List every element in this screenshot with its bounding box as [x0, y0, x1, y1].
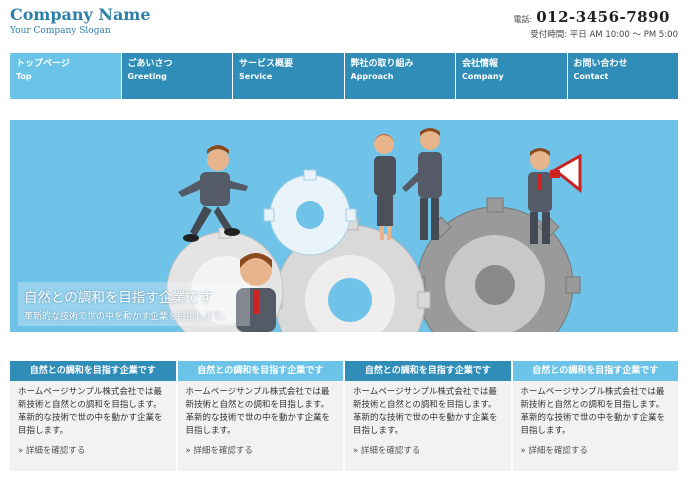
gear-large-hub — [475, 265, 515, 305]
feature-title: 自然との調和を目指す企業です — [512, 361, 678, 381]
feature-title: 自然との調和を目指す企業です — [177, 361, 343, 381]
feature-detail-link[interactable]: » 詳細を確認する — [513, 438, 679, 456]
figure-man-handshake — [402, 128, 442, 240]
nav-label-jp: 弊社の取り組み — [350, 59, 414, 69]
feature-detail-link[interactable]: » 詳細を確認する — [345, 438, 511, 456]
feature-detail-link[interactable]: » 詳細を確認する — [10, 438, 176, 456]
nav-label-en: Approach — [350, 72, 394, 81]
nav-label-jp: サービス概要 — [239, 59, 294, 69]
feature-title: 自然との調和を目指す企業です — [10, 361, 176, 381]
nav-label-en: Greeting — [127, 72, 167, 81]
nav-item-contact[interactable]: お問い合わせ Contact — [567, 53, 678, 99]
nav-label-jp: 会社情報 — [462, 59, 499, 69]
nav-label-jp: お問い合わせ — [573, 59, 628, 69]
nav-item-company[interactable]: 会社情報 Company — [456, 53, 568, 99]
nav-item-approach[interactable]: 弊社の取り組み Approach — [344, 53, 456, 99]
feature-box: 自然との調和を目指す企業です ホームページサンプル株式会社では最新技術と自然との… — [10, 361, 176, 471]
phone-label: 電話: — [513, 15, 533, 24]
hero-title: 自然との調和を目指す企業です — [24, 290, 213, 306]
company-slogan: Your Company Slogan — [10, 26, 111, 36]
hero-banner: 自然との調和を目指す企業です 革新的な技術で世の中を動かす企業を目指します。 — [10, 120, 678, 332]
business-hours: 受付時間: 平日 AM 10:00 ～ PM 5:00 — [530, 30, 678, 40]
feature-box: 自然との調和を目指す企業です ホームページサンプル株式会社では最新技術と自然との… — [345, 361, 511, 471]
figure-running-man — [178, 145, 248, 242]
feature-text: ホームページサンプル株式会社では最新技術と自然との調和を目指します。革新的な技術… — [18, 387, 163, 436]
nav-label-en: Company — [462, 72, 504, 81]
nav-label-en: Top — [16, 72, 32, 81]
feature-box: 自然との調和を目指す企業です ホームページサンプル株式会社では最新技術と自然との… — [512, 361, 679, 471]
nav-label-jp: トップページ — [16, 59, 70, 69]
phone-block: 電話: 012-3456-7890 — [514, 8, 670, 26]
nav-item-service[interactable]: サービス概要 Service — [233, 53, 345, 99]
nav-label-jp: ごあいさつ — [127, 59, 173, 69]
feature-text: ホームページサンプル株式会社では最新技術と自然との調和を目指します。革新的な技術… — [353, 387, 498, 436]
feature-text: ホームページサンプル株式会社では最新技術と自然との調和を目指します。革新的な技術… — [185, 387, 331, 436]
company-name[interactable]: Company Name — [10, 5, 151, 24]
hero-subtitle: 革新的な技術で世の中を動かす企業を目指します。 — [24, 312, 231, 322]
main-nav: トップページ Top ごあいさつ Greeting サービス概要 Service… — [10, 53, 678, 99]
figure-woman — [373, 134, 396, 240]
feature-box: 自然との調和を目指す企業です ホームページサンプル株式会社では最新技術と自然との… — [177, 361, 344, 471]
phone-number: 012-3456-7890 — [536, 8, 670, 26]
feature-title: 自然との調和を目指す企業です — [345, 361, 511, 381]
feature-text: ホームページサンプル株式会社では最新技術と自然との調和を目指します。革新的な技術… — [520, 387, 666, 436]
feature-detail-link[interactable]: » 詳細を確認する — [178, 438, 344, 456]
nav-label-en: Contact — [573, 72, 609, 81]
nav-item-greeting[interactable]: ごあいさつ Greeting — [121, 53, 233, 99]
gear-middle-hole — [328, 278, 372, 322]
gear-small-hole — [296, 201, 324, 229]
feature-row: 自然との調和を目指す企業です ホームページサンプル株式会社では最新技術と自然との… — [10, 361, 678, 471]
site-header: Company Name Your Company Slogan 電話: 012… — [0, 0, 690, 52]
nav-item-top[interactable]: トップページ Top — [10, 53, 122, 99]
nav-label-en: Service — [239, 72, 273, 81]
